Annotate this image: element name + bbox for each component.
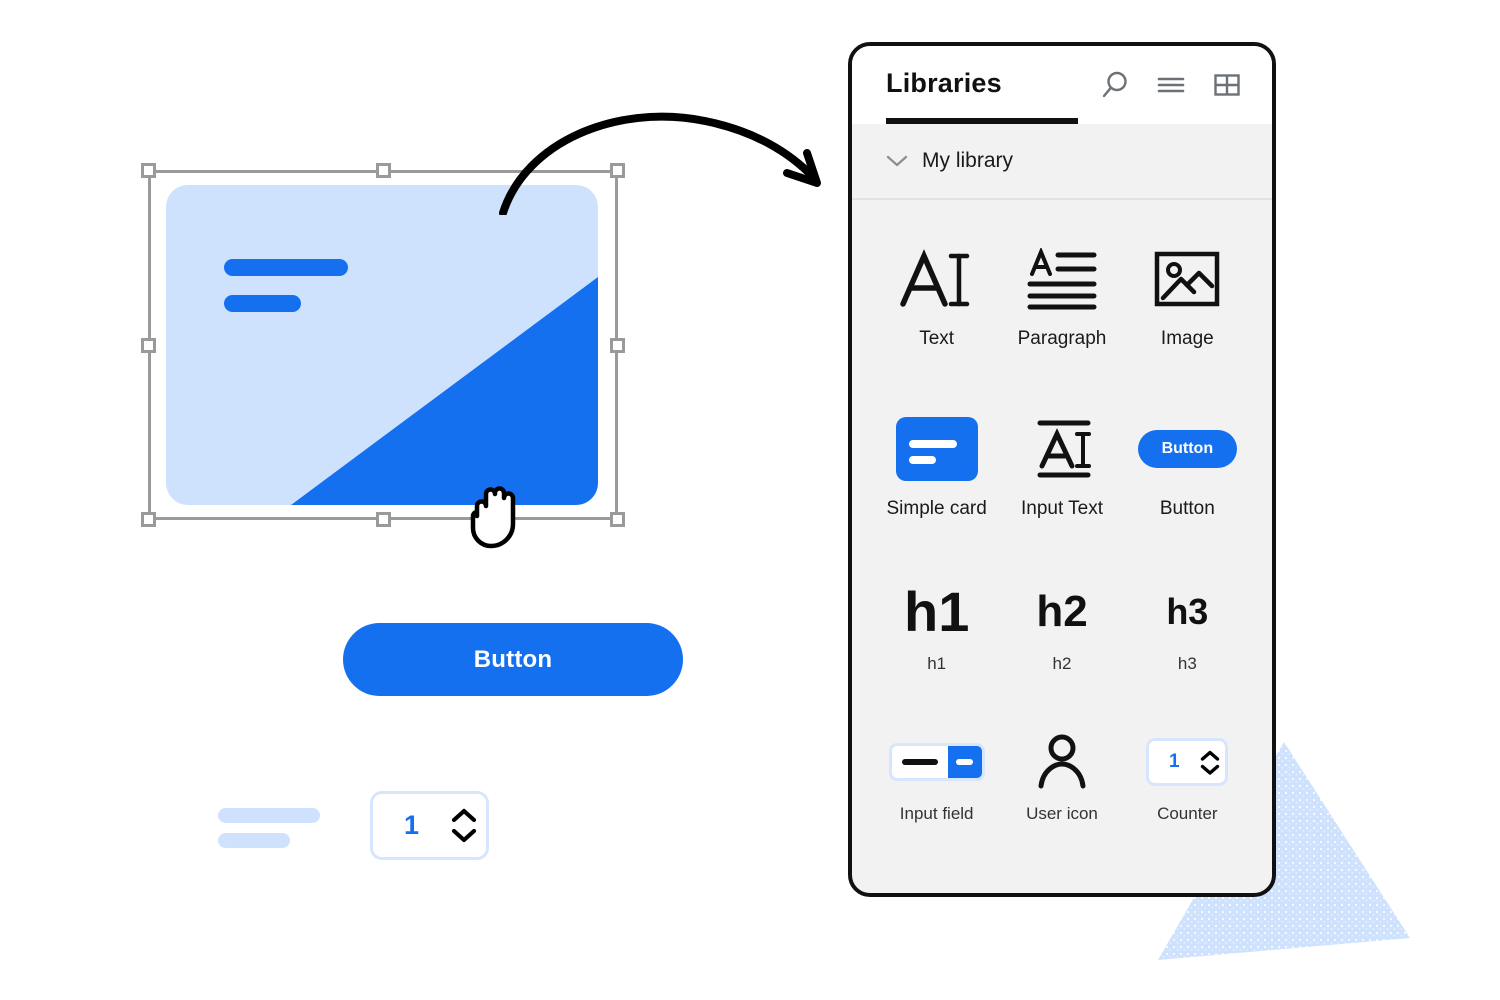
component-label: Simple card (886, 498, 987, 519)
component-label: Paragraph (1017, 328, 1107, 349)
canvas-text-bar-long (218, 808, 320, 823)
component-label: Image (1160, 328, 1214, 349)
chevron-up-icon (1201, 750, 1220, 761)
simple-card-object[interactable] (166, 185, 598, 505)
library-section-label: My library (922, 149, 1014, 172)
list-view-icon[interactable] (1156, 70, 1186, 100)
component-label: User icon (1026, 804, 1098, 823)
active-tab-indicator (886, 118, 1078, 124)
canvas-button-object[interactable]: Button (343, 623, 683, 696)
card-title-bar (224, 259, 348, 276)
resize-handle-top-center[interactable] (376, 163, 391, 178)
chevron-down-icon[interactable] (451, 828, 477, 843)
resize-handle-bottom-right[interactable] (610, 512, 625, 527)
component-label: Button (1159, 498, 1215, 519)
h2-thumb-label: h2 (1036, 587, 1088, 636)
input-field-icon (888, 726, 985, 798)
component-item-paragraph[interactable]: Paragraph (999, 222, 1124, 392)
panel-header: Libraries (852, 46, 1272, 124)
component-item-input-text[interactable]: Input Text (999, 392, 1124, 562)
input-text-icon (1026, 406, 1098, 492)
component-item-counter[interactable]: 1 Counter (1125, 712, 1250, 862)
chevron-down-icon (1201, 764, 1220, 775)
counter-thumb-value: 1 (1169, 751, 1180, 772)
canvas-counter-value[interactable]: 1 (373, 810, 442, 841)
image-icon (1154, 236, 1220, 322)
h1-thumb-label: h1 (903, 580, 970, 643)
counter-icon: 1 (1146, 726, 1229, 798)
search-icon[interactable] (1100, 70, 1130, 100)
h3-thumb-label: h3 (1166, 591, 1209, 632)
resize-handle-bottom-center[interactable] (376, 512, 391, 527)
component-item-h3[interactable]: h3 h3 (1125, 562, 1250, 712)
panel-header-actions (1100, 70, 1242, 100)
component-grid: Text Paragraph Image Simple card Input T… (852, 200, 1272, 862)
component-item-simple-card[interactable]: Simple card (874, 392, 999, 562)
card-subtitle-bar (224, 295, 301, 312)
canvas-text-bar-short (218, 833, 290, 848)
libraries-panel: Libraries My library Text Paragraph Imag… (848, 42, 1276, 897)
text-icon (897, 236, 977, 322)
canvas-counter-stepper[interactable] (442, 808, 486, 843)
component-label: h2 (1052, 654, 1072, 673)
component-label: Input field (899, 804, 974, 823)
component-item-user-icon[interactable]: User icon (999, 712, 1124, 862)
screenshot-root: Button 1 Libraries My library Text Parag… (0, 0, 1500, 1000)
library-section-header[interactable]: My library (852, 124, 1272, 200)
heading-2-icon: h2 (1036, 576, 1087, 648)
canvas-selected-card[interactable] (141, 163, 625, 527)
resize-handle-middle-left[interactable] (141, 338, 156, 353)
resize-handle-middle-right[interactable] (610, 338, 625, 353)
curved-arrow (499, 112, 821, 215)
component-label: Input Text (1020, 498, 1104, 519)
simple-card-icon (895, 406, 978, 492)
component-item-button[interactable]: Button Button (1125, 392, 1250, 562)
user-icon (1035, 726, 1089, 798)
component-label: h1 (927, 654, 947, 673)
hand-cursor-icon (470, 486, 516, 549)
card-diagonal-shape (291, 277, 598, 505)
component-label: h3 (1177, 654, 1197, 673)
button-thumb-label: Button (1137, 430, 1238, 468)
component-item-input-field[interactable]: Input field (874, 712, 999, 862)
resize-handle-bottom-left[interactable] (141, 512, 156, 527)
heading-1-icon: h1 (904, 576, 969, 648)
resize-handle-top-left[interactable] (141, 163, 156, 178)
component-item-h1[interactable]: h1 h1 (874, 562, 999, 712)
heading-3-icon: h3 (1166, 576, 1208, 648)
component-label: Counter (1157, 804, 1218, 823)
component-item-image[interactable]: Image (1125, 222, 1250, 392)
component-item-h2[interactable]: h2 h2 (999, 562, 1124, 712)
chevron-down-icon[interactable] (886, 154, 908, 168)
button-icon: Button (1137, 406, 1238, 492)
chevron-up-icon[interactable] (451, 808, 477, 823)
canvas-counter-object[interactable]: 1 (370, 791, 489, 860)
panel-title: Libraries (886, 67, 1002, 98)
paragraph-icon (1026, 236, 1098, 322)
canvas-button-label: Button (473, 645, 553, 673)
grid-view-icon[interactable] (1212, 70, 1242, 100)
component-label: Text (919, 328, 955, 349)
component-item-text[interactable]: Text (874, 222, 999, 392)
